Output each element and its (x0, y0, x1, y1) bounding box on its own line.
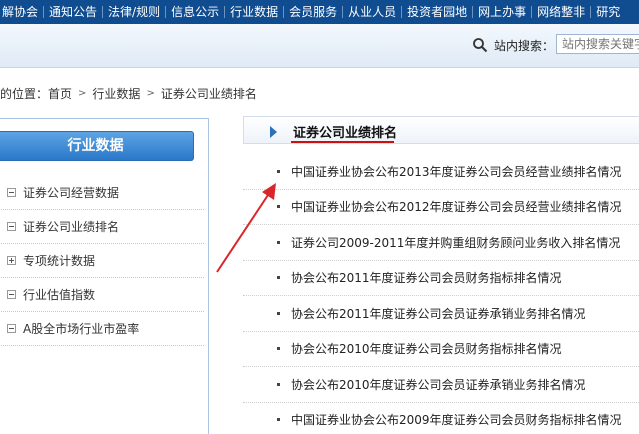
list-item[interactable]: 协会公布2010年度证券公司会员财务指标排名情况 (243, 332, 639, 367)
collapse-icon (7, 290, 16, 299)
sidebar-item-operating-data[interactable]: 证券公司经营数据 (0, 176, 204, 210)
title-underline (291, 141, 394, 143)
sidebar-item-label: 证券公司业绩排名 (23, 220, 120, 234)
breadcrumb-prefix: 的位置： (0, 86, 49, 101)
chevron-right-icon: > (78, 87, 87, 99)
nav-divider (401, 6, 403, 18)
chevron-right-icon: > (146, 87, 155, 99)
article-link[interactable]: 协会公布2011年度证券公司会员证券承销业务排名情况 (291, 305, 586, 322)
collapse-icon (7, 324, 16, 333)
sidebar-item-label: 行业估值指数 (23, 288, 96, 302)
list-item[interactable]: 协会公布2011年度证券公司会员财务指标排名情况 (243, 261, 639, 296)
nav-divider (283, 6, 285, 18)
nav-item-about[interactable]: 解协会 (0, 0, 40, 24)
article-link[interactable]: 证券公司2009-2011年度并购重组财务顾问业务收入排名情况 (291, 234, 620, 251)
article-list: 中国证券业协会公布2013年度证券公司会员经营业绩排名情况 中国证券业协会公布2… (243, 154, 639, 434)
breadcrumb-industry-data[interactable]: 行业数据 (92, 85, 140, 102)
article-link[interactable]: 中国证券业协会公布2013年度证券公司会员经营业绩排名情况 (291, 163, 622, 180)
bullet-icon (277, 418, 280, 422)
list-item[interactable]: 证券公司2009-2011年度并购重组财务顾问业务收入排名情况 (243, 225, 639, 261)
nav-item-practitioners[interactable]: 从业人员 (346, 0, 398, 24)
sidebar-list: 证券公司经营数据 证券公司业绩排名 专项统计数据 行业估值指数 A股全市场行业市… (0, 176, 208, 346)
list-item[interactable]: 协会公布2011年度证券公司会员证券承销业务排名情况 (243, 296, 639, 332)
search-label: 站内搜索： (494, 39, 555, 53)
section-header: 证券公司业绩排名 (243, 116, 639, 144)
sidebar: 行业数据 证券公司经营数据 证券公司业绩排名 专项统计数据 行业估值指数 A股全… (0, 118, 209, 434)
nav-item-notices[interactable]: 通知公告 (47, 0, 99, 24)
nav-divider (165, 6, 167, 18)
nav-item-member-services[interactable]: 会员服务 (287, 0, 339, 24)
bullet-icon (277, 382, 280, 386)
sidebar-item-label: 证券公司经营数据 (23, 186, 120, 200)
list-item[interactable]: 协会公布2010年度证券公司会员证券承销业务排名情况 (243, 367, 639, 403)
bullet-icon (277, 311, 280, 315)
search-input[interactable] (556, 34, 639, 54)
sidebar-item-label: A股全市场行业市盈率 (23, 322, 140, 336)
bullet-icon (277, 347, 280, 351)
list-item[interactable]: 中国证券业协会公布2009年度证券公司会员财务指标排名情况 (243, 403, 639, 434)
sidebar-item-label: 专项统计数据 (23, 254, 96, 268)
page-title: 证券公司业绩排名 (293, 126, 398, 141)
nav-item-online-services[interactable]: 网上办事 (476, 0, 528, 24)
nav-divider (342, 6, 344, 18)
nav-divider (472, 6, 474, 18)
nav-item-industry-data[interactable]: 行业数据 (228, 0, 280, 24)
nav-divider (531, 6, 533, 18)
article-link[interactable]: 中国证券业协会公布2012年度证券公司会员经营业绩排名情况 (291, 198, 622, 215)
list-item[interactable]: 中国证券业协会公布2012年度证券公司会员经营业绩排名情况 (243, 190, 639, 225)
bullet-icon (277, 240, 280, 244)
bullet-icon (277, 169, 280, 173)
article-link[interactable]: 中国证券业协会公布2009年度证券公司会员财务指标排名情况 (291, 411, 622, 428)
nav-divider (590, 6, 592, 18)
nav-item-network[interactable]: 网络整非 (535, 0, 587, 24)
nav-item-research[interactable]: 研究 (594, 0, 622, 24)
expand-icon (7, 256, 16, 265)
nav-item-disclosure[interactable]: 信息公示 (169, 0, 221, 24)
nav-divider (43, 6, 45, 18)
breadcrumb: 的位置： 首页 > 行业数据 > 证券公司业绩排名 (0, 84, 257, 102)
top-nav: 解协会 通知公告 法律/规则 信息公示 行业数据 会员服务 从业人员 投资者园地… (0, 0, 639, 24)
sidebar-title: 行业数据 (0, 131, 194, 161)
nav-divider (224, 6, 226, 18)
sidebar-item-pe-ratio[interactable]: A股全市场行业市盈率 (0, 312, 204, 346)
search-icon[interactable] (472, 37, 488, 53)
bullet-icon (277, 276, 280, 280)
sidebar-item-special-statistics[interactable]: 专项统计数据 (0, 244, 204, 278)
sidebar-item-valuation-index[interactable]: 行业估值指数 (0, 278, 204, 312)
article-link[interactable]: 协会公布2010年度证券公司会员财务指标排名情况 (291, 340, 562, 357)
breadcrumb-current: 证券公司业绩排名 (160, 86, 257, 101)
nav-item-laws[interactable]: 法律/规则 (106, 0, 162, 24)
play-arrow-icon (270, 126, 277, 138)
sidebar-item-performance-ranking[interactable]: 证券公司业绩排名 (0, 210, 204, 244)
article-link[interactable]: 协会公布2011年度证券公司会员财务指标排名情况 (291, 269, 562, 286)
list-item[interactable]: 中国证券业协会公布2013年度证券公司会员经营业绩排名情况 (243, 154, 639, 190)
collapse-icon (7, 222, 16, 231)
nav-divider (102, 6, 104, 18)
bullet-icon (277, 205, 280, 209)
collapse-icon (7, 188, 16, 197)
breadcrumb-home[interactable]: 首页 (48, 85, 72, 102)
nav-item-investors[interactable]: 投资者园地 (405, 0, 469, 24)
article-link[interactable]: 协会公布2010年度证券公司会员证券承销业务排名情况 (291, 376, 586, 393)
